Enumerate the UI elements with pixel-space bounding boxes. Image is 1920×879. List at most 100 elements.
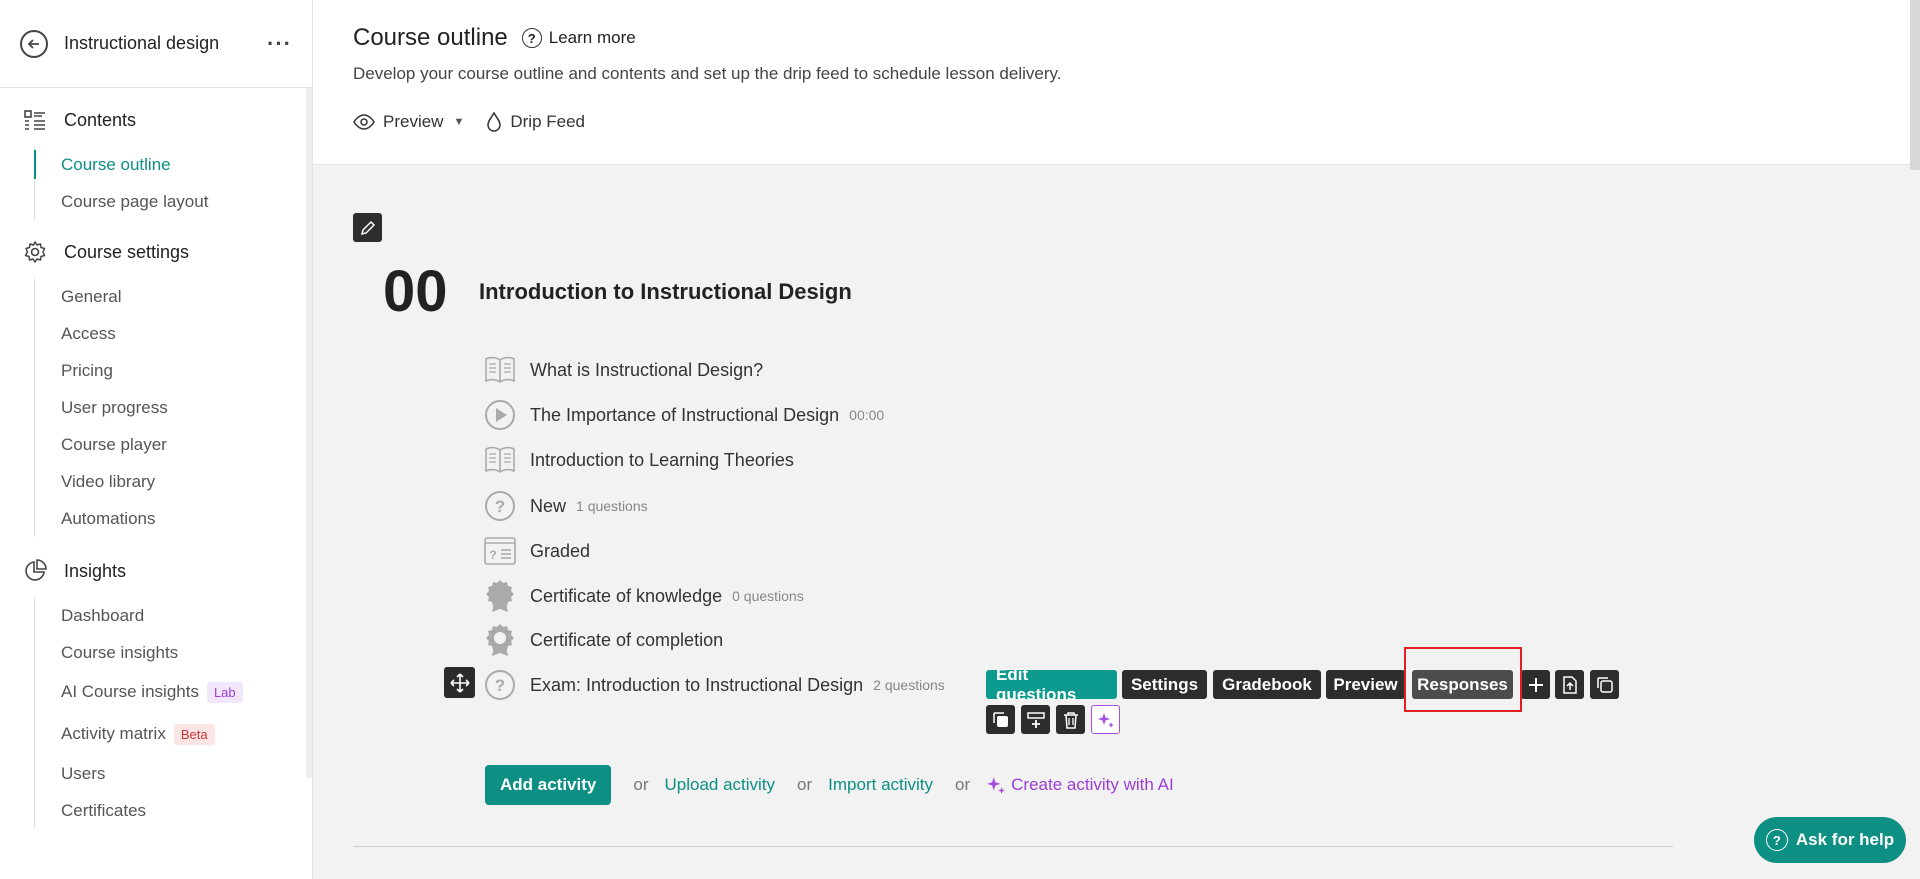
page-title: Course outline (353, 24, 508, 51)
add-activity-row: Add activity or Upload activity or Impor… (485, 765, 1174, 805)
graded-icon: ? (484, 535, 516, 567)
insights-list: Dashboard Course insights AI Course insi… (34, 597, 312, 829)
question-count: 1 questions (576, 498, 648, 514)
lesson-item[interactable]: Certificate of knowledge 0 questions (484, 578, 804, 614)
lesson-item[interactable]: ? New 1 questions (484, 488, 648, 524)
sidebar-item-course-insights[interactable]: Course insights (35, 634, 312, 671)
insert-row-icon[interactable] (1021, 705, 1050, 734)
or-separator: or (633, 775, 649, 794)
add-icon[interactable] (1521, 670, 1550, 699)
create-activity-ai-label: Create activity with AI (1011, 775, 1174, 794)
sidebar-item-automations[interactable]: Automations (35, 500, 312, 537)
sidebar-header: Instructional design ··· (0, 0, 312, 88)
upload-activity-link[interactable]: Upload activity (664, 775, 775, 795)
sidebar-item-user-progress[interactable]: User progress (35, 389, 312, 426)
gear-icon (22, 239, 48, 265)
lesson-item[interactable]: Certificate of completion (484, 622, 723, 658)
sidebar-item-general[interactable]: General (35, 278, 312, 315)
chapter-number: 00 (383, 259, 448, 324)
trash-icon[interactable] (1056, 705, 1085, 734)
course-title: Instructional design (64, 33, 220, 53)
question-icon: ? (484, 490, 516, 522)
import-activity-link[interactable]: Import activity (828, 775, 933, 795)
beta-badge: Beta (173, 723, 215, 745)
question-count: 2 questions (873, 677, 945, 693)
sidebar-item-access[interactable]: Access (35, 315, 312, 352)
sidebar-item-pricing[interactable]: Pricing (35, 352, 312, 389)
sidebar-item-certificates[interactable]: Certificates (35, 792, 312, 829)
lesson-title: The Importance of Instructional Design (530, 404, 840, 425)
ask-for-help-button[interactable]: ? Ask for help (1754, 817, 1906, 863)
lesson-item-exam[interactable]: ? Exam: Introduction to Instructional De… (484, 667, 945, 703)
chapter-divider (353, 846, 1673, 847)
export-icon[interactable] (1555, 670, 1584, 699)
sidebar-section-label: Course settings (64, 241, 190, 262)
lesson-item[interactable]: Introduction to Learning Theories (484, 442, 794, 478)
or-separator: or (797, 775, 813, 794)
edit-chapter-button[interactable] (353, 213, 382, 242)
sidebar-item-label: AI Course insights (61, 682, 199, 701)
book-icon (484, 444, 516, 476)
drip-feed-button[interactable]: Drip Feed (486, 112, 585, 132)
pie-chart-icon (22, 558, 48, 584)
ai-sparkle-icon[interactable] (1091, 705, 1120, 734)
help-circle-icon: ? (521, 28, 542, 48)
sidebar-item-course-page-layout[interactable]: Course page layout (35, 183, 312, 220)
sidebar-section-contents[interactable]: Contents (0, 100, 312, 140)
settings-button[interactable]: Settings (1122, 670, 1207, 699)
drag-handle[interactable] (444, 667, 475, 698)
sidebar-item-ai-course-insights[interactable]: AI Course insights Lab (35, 671, 312, 713)
lesson-duration: 00:00 (849, 407, 885, 423)
sidebar-item-course-player[interactable]: Course player (35, 426, 312, 463)
svg-text:?: ? (495, 676, 505, 695)
lesson-title: Introduction to Learning Theories (530, 449, 794, 470)
lesson-title: Exam: Introduction to Instructional Desi… (530, 674, 864, 695)
drip-feed-label: Drip Feed (510, 112, 585, 131)
chapter-title[interactable]: Introduction to Instructional Design (479, 279, 852, 305)
help-circle-icon: ? (1765, 829, 1788, 851)
add-activity-button[interactable]: Add activity (485, 765, 612, 805)
move-icon (449, 672, 470, 693)
preview-dropdown[interactable]: Preview ▼ (353, 112, 464, 132)
sidebar-item-users[interactable]: Users (35, 755, 312, 792)
back-icon[interactable] (20, 29, 48, 58)
sidebar-scrollbar[interactable] (306, 88, 312, 778)
sidebar-item-activity-matrix[interactable]: Activity matrix Beta (35, 713, 312, 755)
question-icon: ? (484, 669, 516, 701)
preview-button[interactable]: Preview (1326, 670, 1405, 699)
svg-text:?: ? (489, 548, 496, 562)
play-icon (484, 399, 516, 431)
sidebar-section-course-settings[interactable]: Course settings (0, 232, 312, 272)
learn-more-link[interactable]: ? Learn more (521, 28, 636, 48)
edit-questions-button[interactable]: Edit questions (986, 665, 1117, 704)
create-activity-ai-link[interactable]: Create activity with AI (986, 775, 1174, 795)
lesson-item[interactable]: What is Instructional Design? (484, 352, 763, 388)
badge-icon (484, 580, 516, 612)
gradebook-button[interactable]: Gradebook (1213, 670, 1321, 699)
lesson-item[interactable]: ? Graded (484, 533, 590, 569)
sidebar-item-course-outline[interactable]: Course outline (34, 146, 312, 183)
book-icon (484, 354, 516, 386)
copy-icon[interactable] (1590, 670, 1619, 699)
sidebar-item-video-library[interactable]: Video library (35, 463, 312, 500)
lesson-title: Certificate of knowledge (530, 585, 723, 606)
contents-list: Course outline Course page layout (34, 146, 312, 220)
learn-more-label: Learn more (548, 28, 636, 47)
or-separator: or (955, 775, 971, 794)
duplicate-icon[interactable] (986, 705, 1015, 734)
more-options-icon[interactable]: ··· (267, 31, 292, 57)
ask-for-help-label: Ask for help (1795, 830, 1895, 849)
lesson-item[interactable]: The Importance of Instructional Design 0… (484, 397, 884, 433)
page-header: Course outline ? Learn more Develop your… (313, 0, 1920, 165)
pencil-icon (360, 220, 375, 235)
main-scrollbar[interactable] (1910, 0, 1920, 170)
sidebar-section-label: Contents (64, 109, 137, 130)
sidebar-section-insights[interactable]: Insights (0, 551, 312, 591)
sidebar: Instructional design ··· Contents Course… (0, 0, 313, 879)
sidebar-item-dashboard[interactable]: Dashboard (35, 597, 312, 634)
lab-badge: Lab (206, 681, 243, 703)
lesson-title: Graded (530, 540, 591, 561)
settings-list: General Access Pricing User progress Cou… (34, 278, 312, 537)
lesson-title: What is Instructional Design? (530, 359, 764, 380)
preview-label: Preview (383, 112, 444, 131)
